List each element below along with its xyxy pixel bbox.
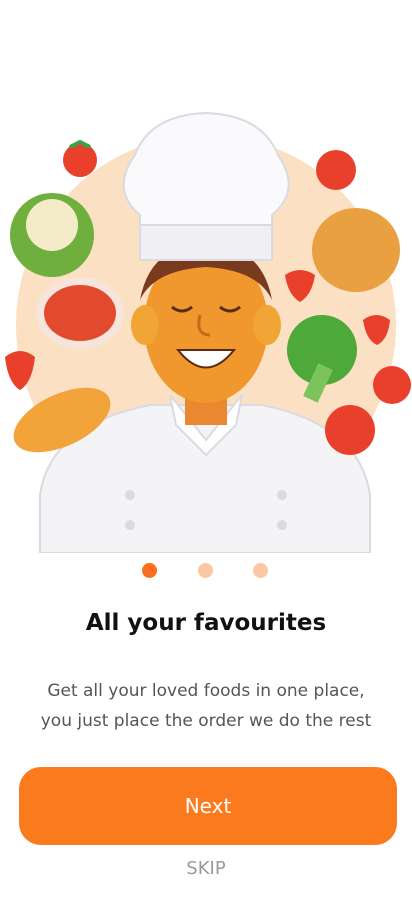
subtitle-line-2: you just place the order we do the rest <box>40 711 372 731</box>
apple-icon <box>316 150 356 190</box>
onboarding-title: All your favourites <box>85 610 327 636</box>
cauliflower-icon <box>10 193 94 277</box>
page-indicator <box>0 563 412 579</box>
subtitle-line-1: Get all your loved foods in one place, <box>47 681 365 701</box>
next-button[interactable]: Next <box>19 767 397 845</box>
page-dot-1[interactable] <box>142 563 157 578</box>
skip-button[interactable]: SKIP <box>0 858 412 879</box>
page-dot-3[interactable] <box>253 563 268 578</box>
page-dot-2[interactable] <box>198 563 213 578</box>
bread-loaf-icon <box>312 208 400 292</box>
chef-illustration <box>0 95 412 553</box>
onboarding-subtitle: Get all your loved foods in one place, y… <box>20 676 392 736</box>
steak-icon <box>36 277 124 349</box>
tomato-icon <box>63 139 97 177</box>
